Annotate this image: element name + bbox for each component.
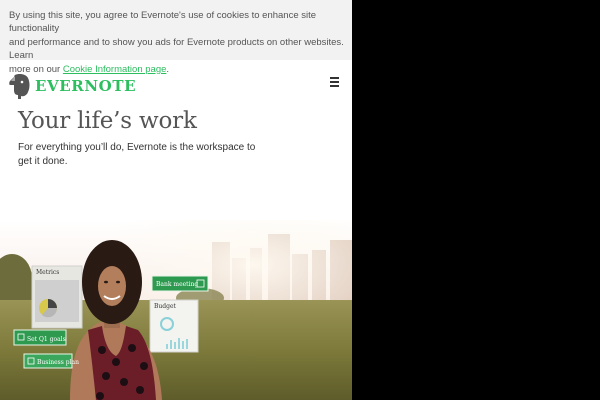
hero-subtitle: For everything you’ll do, Evernote is th…	[18, 141, 258, 168]
metrics-card: Metrics	[31, 265, 83, 329]
hero-illustration: Metrics Bank meeting Budget Set Q1 goals…	[0, 220, 352, 400]
cookie-text-line-1: By using this site, you agree to Evernot…	[9, 10, 317, 35]
set-q1-goals-label: Set Q1 goals	[27, 336, 66, 343]
hero-title: Your life’s work	[18, 108, 197, 134]
cookie-text-line-2: and performance and to show you ads for …	[9, 36, 344, 62]
set-q1-goals-card: Set Q1 goals	[13, 329, 67, 346]
budget-card: Budget	[149, 299, 199, 353]
business-plan-label: Business plan	[37, 359, 79, 366]
bank-meeting-label: Bank meeting	[156, 281, 198, 288]
hero-scene-svg: Metrics Bank meeting Budget Set Q1 goals…	[0, 220, 352, 400]
metrics-card-title: Metrics	[36, 269, 59, 276]
logo-wordmark: EVERNOTE	[35, 77, 137, 95]
site-header: EVERNOTE	[0, 60, 352, 110]
cookie-banner: By using this site, you agree to Evernot…	[0, 0, 352, 75]
elephant-icon	[9, 74, 30, 99]
bank-meeting-card: Bank meeting	[151, 275, 209, 292]
budget-card-title: Budget	[154, 303, 177, 310]
hamburger-menu-icon[interactable]	[330, 77, 340, 87]
mobile-viewport: By using this site, you agree to Evernot…	[0, 0, 352, 400]
hero-subtitle-line-1: For everything you’ll do, Evernote is th…	[18, 142, 256, 153]
business-plan-card: Business plan	[23, 353, 79, 369]
evernote-logo[interactable]: EVERNOTE	[9, 73, 136, 99]
hero-subtitle-line-2: get it done.	[18, 155, 68, 167]
